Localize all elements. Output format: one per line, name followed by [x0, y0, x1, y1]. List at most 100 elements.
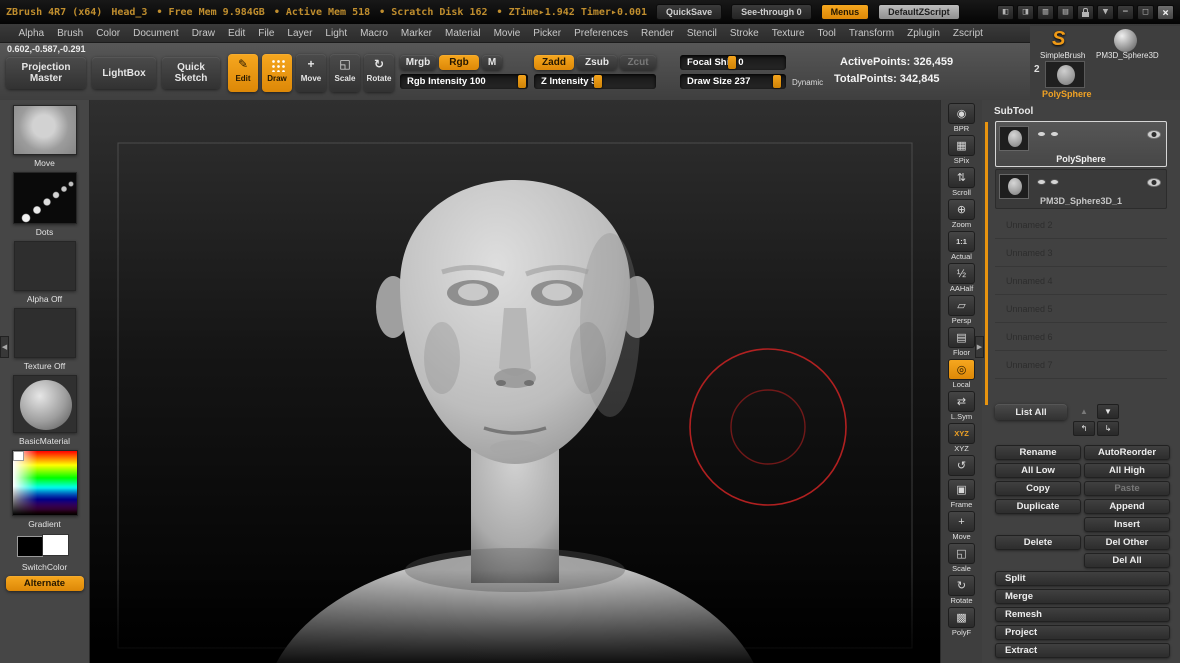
active-tool-thumbnail[interactable]: [1045, 61, 1085, 88]
quicksave-button[interactable]: QuickSave: [656, 4, 722, 20]
lsym-button[interactable]: ⇄ L.Sym: [948, 391, 975, 421]
frame-button[interactable]: ▣ Frame: [948, 479, 975, 509]
polypaint-toggle-icon[interactable]: [1037, 179, 1046, 185]
zcut-button[interactable]: Zcut: [620, 55, 656, 70]
lightbox-button[interactable]: LightBox: [92, 57, 156, 89]
texture-selector-thumbnail[interactable]: [14, 308, 76, 358]
material-selector-thumbnail[interactable]: [13, 375, 77, 433]
duplicate-button[interactable]: Duplicate: [995, 499, 1081, 514]
menu-item-tool[interactable]: Tool: [811, 28, 842, 39]
actual-size-button[interactable]: 1:1 Actual: [948, 231, 975, 261]
delete-button[interactable]: Delete: [995, 535, 1081, 550]
sphere3d-tool-icon[interactable]: [1114, 29, 1137, 52]
menu-item-material[interactable]: Material: [439, 28, 488, 39]
rgb-intensity-handle[interactable]: [518, 75, 526, 88]
right-tray-collapse-arrow[interactable]: ▶: [975, 336, 984, 358]
draw-size-handle[interactable]: [773, 75, 781, 88]
uv-toggle-icon[interactable]: [1050, 179, 1059, 185]
brush-selector-thumbnail[interactable]: [13, 105, 77, 155]
menu-item-document[interactable]: Document: [127, 28, 186, 39]
spix-button[interactable]: ▦ SPix: [948, 135, 975, 165]
aahalf-button[interactable]: ½ AAHalf: [948, 263, 975, 293]
visibility-eye-icon[interactable]: [1147, 178, 1161, 187]
document-b-icon[interactable]: ▤: [1057, 5, 1074, 20]
move-subtool-up-icon[interactable]: ↰: [1073, 421, 1095, 436]
extract-section-button[interactable]: Extract: [995, 643, 1170, 658]
menu-item-stencil[interactable]: Stencil: [680, 28, 723, 39]
insert-button[interactable]: Insert: [1084, 517, 1170, 532]
menu-item-brush[interactable]: Brush: [51, 28, 90, 39]
split-section-button[interactable]: Split: [995, 571, 1170, 586]
zscript-button[interactable]: DefaultZScript: [878, 4, 960, 20]
uv-toggle-icon[interactable]: [1050, 131, 1059, 137]
visibility-eye-icon[interactable]: [1147, 130, 1161, 139]
menu-item-render[interactable]: Render: [635, 28, 681, 39]
menu-item-layer[interactable]: Layer: [281, 28, 319, 39]
subtool-item-unnamed[interactable]: Unnamed 5: [995, 295, 1167, 323]
spin-button[interactable]: ↺: [948, 455, 975, 477]
del-other-button[interactable]: Del Other: [1084, 535, 1170, 550]
menu-item-movie[interactable]: Movie: [487, 28, 527, 39]
merge-section-button[interactable]: Merge: [995, 589, 1170, 604]
switch-color-widget[interactable]: [15, 533, 75, 559]
see-through-slider[interactable]: See-through 0: [731, 4, 812, 20]
z-intensity-handle[interactable]: [594, 75, 602, 88]
move-subtool-down-icon[interactable]: ↳: [1097, 421, 1119, 436]
polyf-button[interactable]: ▩ PolyF: [948, 607, 975, 637]
subtool-item-unnamed[interactable]: Unnamed 2: [995, 211, 1167, 239]
nav-move-button[interactable]: + Move: [948, 511, 975, 541]
canvas-viewport[interactable]: [90, 100, 940, 663]
menu-item-draw[interactable]: Draw: [185, 28, 221, 39]
local-button[interactable]: ◎ Local: [948, 359, 975, 389]
rename-button[interactable]: Rename: [995, 445, 1081, 460]
remesh-section-button[interactable]: Remesh: [995, 607, 1170, 622]
restore-icon[interactable]: □: [1137, 5, 1154, 20]
z-intensity-slider[interactable]: Z Intensity 51: [534, 74, 656, 89]
draw-size-slider[interactable]: Draw Size 237: [680, 74, 786, 89]
zsub-button[interactable]: Zsub: [577, 55, 617, 70]
subtool-item-sphere3d[interactable]: PM3D_Sphere3D_1: [995, 169, 1167, 209]
focal-shift-handle[interactable]: [728, 56, 736, 69]
simple-brush-icon[interactable]: S: [1052, 28, 1065, 51]
subtool-item-polysphere[interactable]: PolySphere: [995, 121, 1167, 167]
nav-rotate-button[interactable]: ↻ Rotate: [948, 575, 975, 605]
zadd-button[interactable]: Zadd: [534, 55, 574, 70]
all-low-button[interactable]: All Low: [995, 463, 1081, 478]
menu-item-alpha[interactable]: Alpha: [12, 28, 51, 39]
move-mode-button[interactable]: + Move: [296, 54, 326, 92]
xyz-button[interactable]: XYZ XYZ: [948, 423, 975, 453]
mrgb-button[interactable]: Mrgb: [400, 55, 436, 70]
close-icon[interactable]: ×: [1157, 5, 1174, 20]
edit-mode-button[interactable]: ✎ Edit: [228, 54, 258, 92]
menu-item-transform[interactable]: Transform: [842, 28, 900, 39]
menu-item-marker[interactable]: Marker: [394, 28, 438, 39]
all-high-button[interactable]: All High: [1084, 463, 1170, 478]
copy-button[interactable]: Copy: [995, 481, 1081, 496]
bpr-button[interactable]: ◉ BPR: [948, 103, 975, 133]
scroll-button[interactable]: ⇅ Scroll: [948, 167, 975, 197]
menu-down-icon[interactable]: ▼: [1097, 5, 1114, 20]
project-section-button[interactable]: Project: [995, 625, 1170, 640]
menu-item-zscript[interactable]: Zscript: [946, 28, 989, 39]
focal-shift-slider[interactable]: Focal Shift 0: [680, 55, 786, 70]
m-button[interactable]: M: [482, 55, 502, 70]
paste-button[interactable]: Paste: [1084, 481, 1170, 496]
main-color-swatch[interactable]: [17, 536, 43, 557]
lock-icon[interactable]: [1077, 5, 1094, 20]
panel-scroll-indicator[interactable]: [985, 122, 988, 405]
list-all-button[interactable]: List All: [995, 404, 1067, 420]
menu-item-macro[interactable]: Macro: [354, 28, 395, 39]
document-a-icon[interactable]: ▥: [1037, 5, 1054, 20]
secondary-color-swatch[interactable]: [42, 534, 69, 556]
rgb-button[interactable]: Rgb: [439, 55, 479, 70]
del-all-button[interactable]: Del All: [1084, 553, 1170, 568]
subtool-item-unnamed[interactable]: Unnamed 6: [995, 323, 1167, 351]
menu-item-preferences[interactable]: Preferences: [568, 28, 635, 39]
alternate-button[interactable]: Alternate: [6, 576, 84, 591]
menu-item-picker[interactable]: Picker: [527, 28, 568, 39]
menu-item-stroke[interactable]: Stroke: [723, 28, 765, 39]
dock-right-icon[interactable]: ◨: [1017, 5, 1034, 20]
scale-mode-button[interactable]: ◱ Scale: [330, 54, 360, 92]
select-down-icon[interactable]: ▼: [1097, 404, 1119, 419]
rgb-intensity-slider[interactable]: Rgb Intensity 100: [400, 74, 528, 89]
